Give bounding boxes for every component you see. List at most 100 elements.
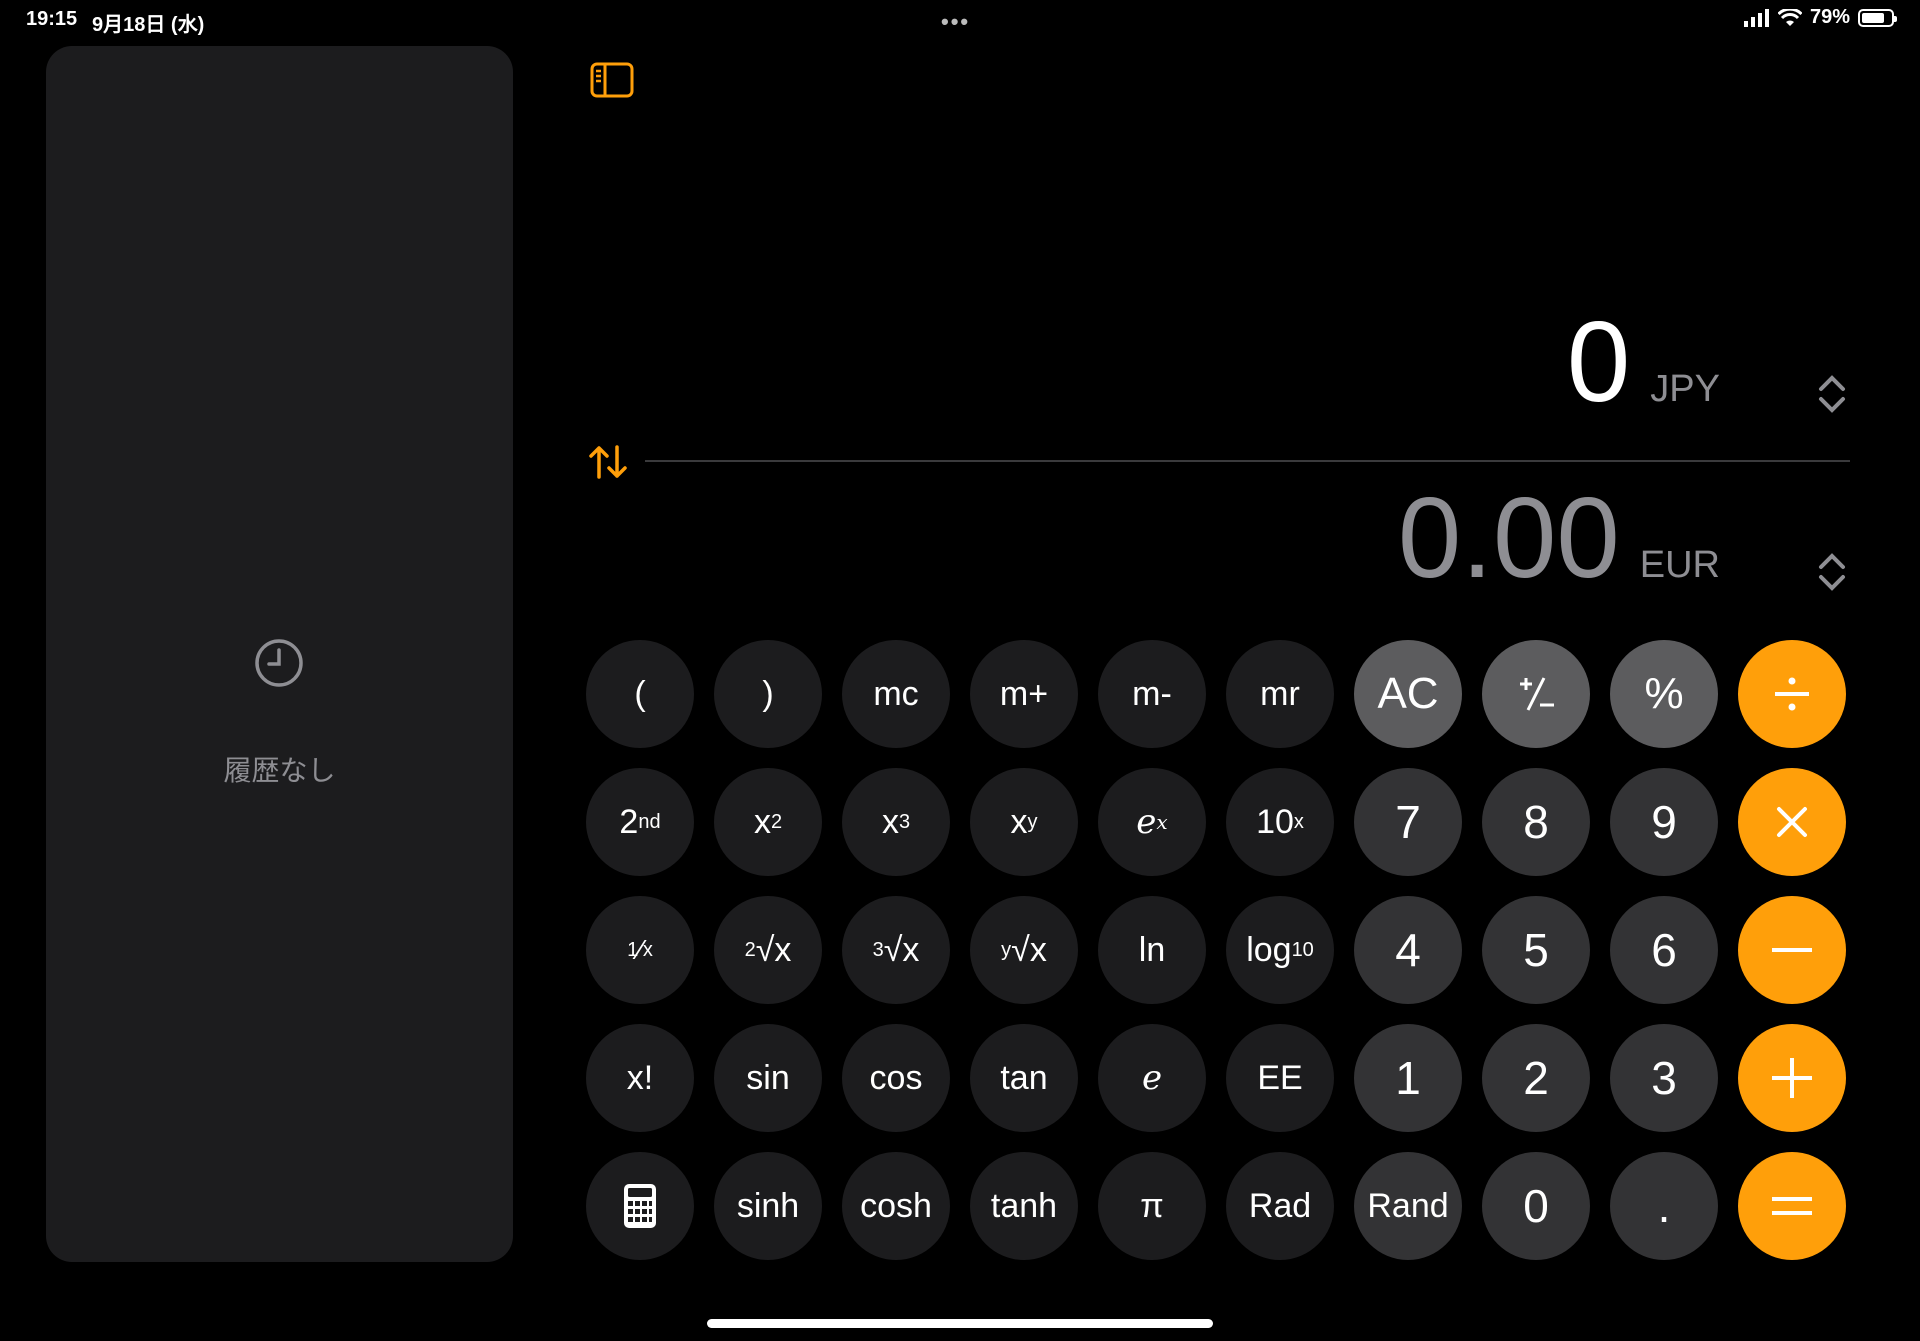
calculator-mode-button[interactable] <box>586 1152 694 1260</box>
history-empty-label: 履歴なし <box>223 755 336 786</box>
clock-icon <box>255 639 303 687</box>
cube-button[interactable]: x3 <box>842 768 950 876</box>
reciprocal-button[interactable]: 1 ⁄ x <box>586 896 694 1004</box>
display-divider <box>645 460 1850 462</box>
memory-recall-button[interactable]: mr <box>1226 640 1334 748</box>
digit-2-button[interactable]: 2 <box>1482 1024 1590 1132</box>
cellular-signal-icon <box>1743 8 1769 27</box>
cos-button[interactable]: cos <box>842 1024 950 1132</box>
plus-minus-button[interactable] <box>1482 640 1590 748</box>
power-exp: y <box>1027 810 1038 833</box>
secondary-currency-chevron-icon[interactable] <box>1817 552 1847 592</box>
rad-button[interactable]: Rad <box>1226 1152 1334 1260</box>
square-button[interactable]: x2 <box>714 768 822 876</box>
plus-minus-icon <box>1520 677 1554 711</box>
sin-button[interactable]: sin <box>714 1024 822 1132</box>
digit-9-button[interactable]: 9 <box>1610 768 1718 876</box>
digit-5-button[interactable]: 5 <box>1482 896 1590 1004</box>
tanh-button[interactable]: tanh <box>970 1152 1078 1260</box>
equals-button[interactable] <box>1738 1152 1846 1260</box>
ten-power-exp: x <box>1293 810 1304 833</box>
nth-root-button[interactable]: y √ x <box>970 896 1078 1004</box>
exp-button[interactable]: ex <box>1098 768 1206 876</box>
ln-button[interactable]: ln <box>1098 896 1206 1004</box>
nroot-index: y <box>1001 938 1012 961</box>
sqrt-radicand: x <box>774 930 792 969</box>
divide-icon <box>1775 677 1809 711</box>
secondary-currency[interactable]: EUR <box>1640 544 1720 587</box>
cube-base: x <box>881 802 899 841</box>
exp-exp: x <box>1156 810 1168 834</box>
reciprocal-den: x <box>642 938 653 961</box>
multitasking-dots-icon[interactable]: ••• <box>941 9 970 35</box>
tan-button[interactable]: tan <box>970 1024 1078 1132</box>
secondary-value: 0.00 <box>1397 475 1620 602</box>
primary-currency-chevron-icon[interactable] <box>1817 374 1847 414</box>
square-root-button[interactable]: 2 √ x <box>714 896 822 1004</box>
history-panel: 履歴なし <box>46 46 513 1262</box>
keypad: ( ) mc m+ m- mr AC % 2nd x2 x3 xy ex 10 x… <box>586 640 1846 1260</box>
battery-percent: 79% <box>1809 6 1850 28</box>
swap-arrows-icon[interactable] <box>588 444 628 480</box>
cube-root-button[interactable]: 3 √ x <box>842 896 950 1004</box>
wifi-icon <box>1777 8 1802 26</box>
battery-icon <box>1858 8 1897 27</box>
minus-icon <box>1772 948 1812 952</box>
percent-button[interactable]: % <box>1610 640 1718 748</box>
secondary-display: 0.00 EUR <box>1398 482 1766 596</box>
euler-button[interactable]: e <box>1098 1024 1206 1132</box>
subtract-button[interactable] <box>1738 896 1846 1004</box>
cosh-button[interactable]: cosh <box>842 1152 950 1260</box>
decimal-button[interactable]: . <box>1610 1152 1718 1260</box>
digit-4-button[interactable]: 4 <box>1354 896 1462 1004</box>
digit-7-button[interactable]: 7 <box>1354 768 1462 876</box>
plus-icon <box>1772 1058 1812 1098</box>
pi-button[interactable]: π <box>1098 1152 1206 1260</box>
close-paren-button[interactable]: ) <box>714 640 822 748</box>
cube-exp: 3 <box>898 810 911 833</box>
factorial-button[interactable]: x! <box>586 1024 694 1132</box>
digit-3-button[interactable]: 3 <box>1610 1024 1718 1132</box>
all-clear-button[interactable]: AC <box>1354 640 1462 748</box>
power-button[interactable]: xy <box>970 768 1078 876</box>
divide-button[interactable] <box>1738 640 1846 748</box>
primary-display: 0 JPY <box>1567 306 1766 420</box>
status-right: 79% <box>1743 6 1897 29</box>
digit-0-button[interactable]: 0 <box>1482 1152 1590 1260</box>
status-date: 9月18日 (水) <box>92 14 205 36</box>
ten-power-button[interactable]: 10 x <box>1226 768 1334 876</box>
calculator-icon <box>624 1184 656 1228</box>
ten-power-base: 10 <box>1256 802 1294 841</box>
open-paren-button[interactable]: ( <box>586 640 694 748</box>
log-base: 10 <box>1291 938 1314 961</box>
add-button[interactable] <box>1738 1024 1846 1132</box>
square-base: x <box>753 802 771 841</box>
nroot-radicand: x <box>1029 930 1047 969</box>
multiply-icon <box>1777 807 1807 837</box>
log-label: log <box>1246 930 1292 969</box>
second-label: 2 <box>619 802 639 841</box>
square-exp: 2 <box>770 810 783 833</box>
reciprocal-num: 1 <box>627 938 639 961</box>
sidebar-toggle-icon[interactable] <box>590 62 634 98</box>
digit-1-button[interactable]: 1 <box>1354 1024 1462 1132</box>
equals-icon <box>1772 1197 1812 1215</box>
rand-button[interactable]: Rand <box>1354 1152 1462 1260</box>
status-time: 19:15 <box>26 8 78 30</box>
memory-subtract-button[interactable]: m- <box>1098 640 1206 748</box>
digit-8-button[interactable]: 8 <box>1482 768 1590 876</box>
power-base: x <box>1010 802 1028 841</box>
digit-6-button[interactable]: 6 <box>1610 896 1718 1004</box>
sinh-button[interactable]: sinh <box>714 1152 822 1260</box>
multiply-button[interactable] <box>1738 768 1846 876</box>
log10-button[interactable]: log 10 <box>1226 896 1334 1004</box>
primary-currency[interactable]: JPY <box>1650 368 1720 411</box>
ee-button[interactable]: EE <box>1226 1024 1334 1132</box>
cbrt-radicand: x <box>902 930 920 969</box>
status-bar: 19:15 9月18日 (水) ••• 79% <box>0 0 1920 40</box>
second-sup: nd <box>638 810 661 833</box>
memory-add-button[interactable]: m+ <box>970 640 1078 748</box>
home-indicator[interactable] <box>707 1319 1213 1328</box>
memory-clear-button[interactable]: mc <box>842 640 950 748</box>
second-function-button[interactable]: 2nd <box>586 768 694 876</box>
